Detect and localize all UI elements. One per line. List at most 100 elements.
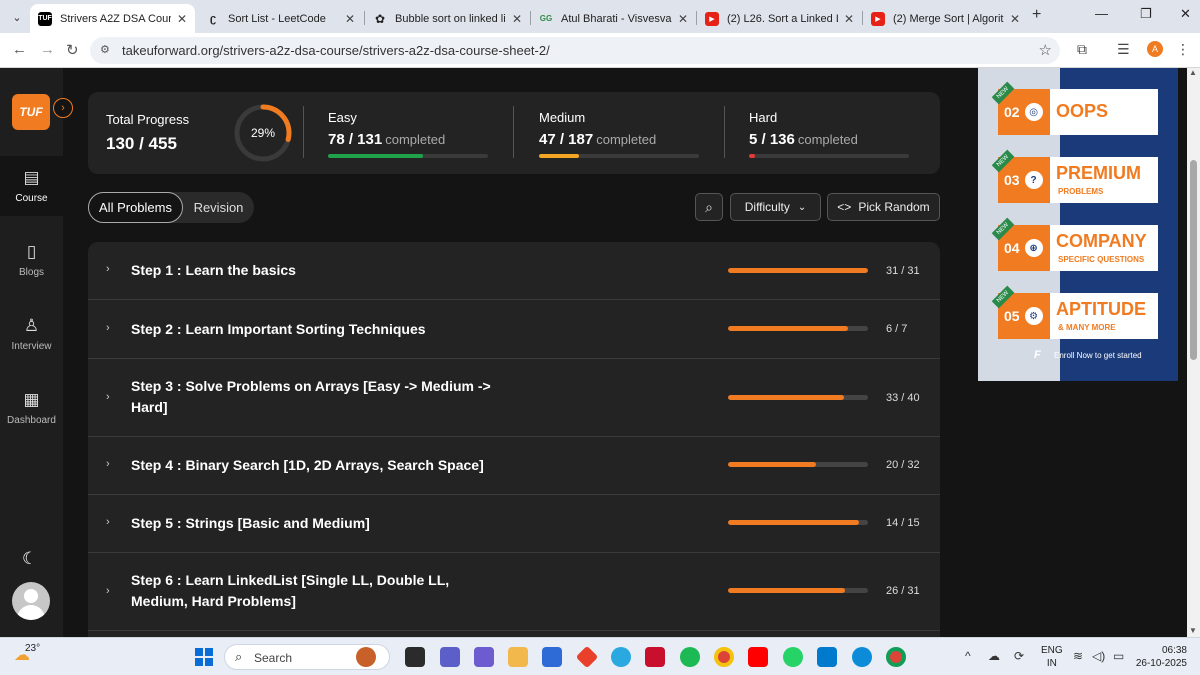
interview-icon: ♙ [23, 316, 40, 335]
blogs-icon: ▯ [26, 242, 37, 261]
progress-card: Total Progress 130 / 455 29% Easy 78 / 1… [88, 92, 940, 174]
windows-start-icon[interactable] [195, 648, 213, 666]
ad-card-aptitude: 05 ⚙ APTITUDE & MANY MORE [998, 293, 1158, 339]
close-window-icon[interactable]: ✕ [1180, 6, 1191, 22]
difficulty-suffix: completed [596, 132, 657, 147]
ad-cta[interactable]: Enroll Now to get started [1054, 351, 1142, 360]
onedrive-icon[interactable]: ☁ [988, 649, 1000, 663]
back-icon[interactable]: ← [12, 41, 27, 58]
tab-search-chevron-icon[interactable]: ⌄ [6, 6, 28, 28]
sync-icon[interactable]: ⟳ [1014, 649, 1024, 663]
chrome-profile-icon[interactable] [886, 647, 906, 667]
tab-bubble-sort[interactable]: ✿ Bubble sort on linked list ✕ [365, 4, 530, 33]
ad-card-title: OOPS [1056, 101, 1109, 121]
dark-mode-toggle-icon[interactable]: ☾ [22, 549, 37, 569]
edge-icon[interactable] [852, 647, 872, 667]
search-button[interactable]: ⌕ [695, 193, 723, 221]
minimize-icon[interactable]: — [1095, 6, 1108, 21]
system-clock[interactable]: 06:38 26-10-2025 [1133, 644, 1187, 670]
profile-avatar[interactable]: A [1147, 41, 1163, 57]
battery-icon[interactable]: ▭ [1113, 649, 1124, 663]
tab-merge-sort[interactable]: ▶ (2) Merge Sort | Algorithm ✕ [863, 4, 1028, 33]
file-explorer-icon[interactable] [508, 647, 528, 667]
sidebar-item-dashboard[interactable]: ▦ Dashboard [0, 378, 63, 438]
url-text[interactable]: takeuforward.org/strivers-a2z-dsa-course… [122, 43, 550, 58]
close-tab-icon[interactable]: ✕ [177, 12, 187, 26]
region-code: IN [1046, 658, 1057, 669]
sidebar-expand-chevron-icon[interactable]: › [53, 98, 73, 118]
maximize-icon[interactable]: ❐ [1140, 6, 1152, 22]
step-row-1[interactable]: › Step 1 : Learn the basics 31 / 31 [88, 242, 940, 300]
spotify-icon[interactable] [680, 647, 700, 667]
page-scrollbar[interactable]: ▲ ▼ [1187, 68, 1200, 637]
medium-progress: Medium 47 / 187 completed [539, 110, 699, 158]
ad-logo-icon: F [1034, 349, 1041, 361]
mail-icon[interactable] [611, 647, 631, 667]
copilot-icon[interactable] [474, 647, 494, 667]
teams-icon[interactable] [440, 647, 460, 667]
chevron-right-icon: › [106, 391, 110, 403]
more-menu-icon[interactable]: ⋮ [1176, 41, 1190, 58]
close-tab-icon[interactable]: ✕ [1010, 12, 1020, 26]
tab-revision[interactable]: Revision [183, 192, 254, 223]
ad-banner[interactable]: 02 ◎ OOPS NEW 03? PREMIUM PROBLEMS NEW 04… [978, 68, 1178, 381]
address-bar[interactable]: ⚙ takeuforward.org/strivers-a2z-dsa-cour… [90, 37, 1060, 64]
medium-progress-bar [539, 154, 699, 158]
pick-random-label: Pick Random [858, 200, 930, 214]
microsoft-store-icon[interactable] [542, 647, 562, 667]
close-tab-icon[interactable]: ✕ [844, 12, 854, 26]
search-highlight-icon[interactable] [356, 647, 376, 667]
tray-overflow-icon[interactable]: ^ [965, 649, 971, 663]
user-avatar[interactable] [12, 582, 50, 620]
sidebar-item-blogs[interactable]: ▯ Blogs [0, 230, 63, 290]
close-tab-icon[interactable]: ✕ [345, 12, 355, 26]
scroll-down-icon[interactable]: ▼ [1189, 626, 1197, 635]
reload-icon[interactable]: ↻ [66, 41, 79, 59]
mcafee-icon[interactable] [645, 647, 665, 667]
scrollbar-thumb[interactable] [1190, 160, 1197, 360]
tab-title: Sort List - LeetCode [228, 12, 326, 25]
language-indicator[interactable]: ENG IN [1041, 644, 1063, 670]
ad-card-title: APTITUDE [1056, 299, 1146, 319]
youtube-icon[interactable] [748, 647, 768, 667]
tab-sort-list-leetcode[interactable]: ʗ Sort List - LeetCode ✕ [198, 4, 363, 33]
office-icon[interactable] [575, 645, 599, 669]
step-row-6[interactable]: › Step 6 : Learn LinkedList [Single LL, … [88, 553, 940, 631]
difficulty-dropdown[interactable]: Difficulty ⌄ [730, 193, 821, 221]
ad-card-title: PREMIUM [1056, 163, 1141, 183]
step-row-2[interactable]: › Step 2 : Learn Important Sorting Techn… [88, 300, 940, 359]
tab-l26-sort-linked-list[interactable]: ▶ (2) L26. Sort a Linked List | ✕ [697, 4, 862, 33]
tab-all-problems[interactable]: All Problems [88, 192, 183, 223]
avatar-body [17, 605, 45, 620]
new-tab-button[interactable]: + [1032, 6, 1041, 24]
tuf-logo[interactable]: TUF [12, 94, 50, 130]
vscode-icon[interactable] [817, 647, 837, 667]
task-view-icon[interactable] [405, 647, 425, 667]
step-row-5[interactable]: › Step 5 : Strings [Basic and Medium] 14… [88, 495, 940, 553]
step-title: Step 2 : Learn Important Sorting Techniq… [131, 321, 426, 337]
easy-progress-bar [328, 154, 488, 158]
wifi-icon[interactable]: ≋ [1073, 649, 1083, 663]
extensions-icon[interactable]: ⧉ [1077, 41, 1087, 58]
bookmark-star-icon[interactable]: ☆ [1039, 41, 1052, 59]
whatsapp-icon[interactable] [783, 647, 803, 667]
volume-icon[interactable]: ◁) [1092, 649, 1105, 663]
step-row-4[interactable]: › Step 4 : Binary Search [1D, 2D Arrays,… [88, 437, 940, 495]
chrome-icon[interactable] [714, 647, 734, 667]
steps-list: › Step 1 : Learn the basics 31 / 31 › St… [88, 242, 940, 637]
close-tab-icon[interactable]: ✕ [512, 12, 522, 26]
tab-strivers-a2z[interactable]: TUF Strivers A2Z DSA Course/S ✕ [30, 4, 195, 33]
search-icon: ⌕ [235, 649, 243, 664]
close-tab-icon[interactable]: ✕ [678, 12, 688, 26]
code-brackets-icon: <> [837, 200, 852, 214]
forward-icon[interactable]: → [40, 41, 55, 58]
scroll-up-icon[interactable]: ▲ [1189, 68, 1197, 77]
tab-atul-bharati[interactable]: GG Atul Bharati - Visvesvaraya ✕ [531, 4, 696, 33]
step-row-3[interactable]: › Step 3 : Solve Problems on Arrays [Eas… [88, 359, 940, 437]
pick-random-button[interactable]: <> Pick Random [827, 193, 940, 221]
sidebar-item-interview[interactable]: ♙ Interview [0, 304, 63, 364]
dashboard-icon: ▦ [23, 390, 40, 409]
sidebar-item-course[interactable]: ▤ Course [0, 156, 63, 216]
site-info-icon[interactable]: ⚙ [100, 43, 110, 56]
reading-list-icon[interactable]: ☰ [1117, 41, 1130, 58]
